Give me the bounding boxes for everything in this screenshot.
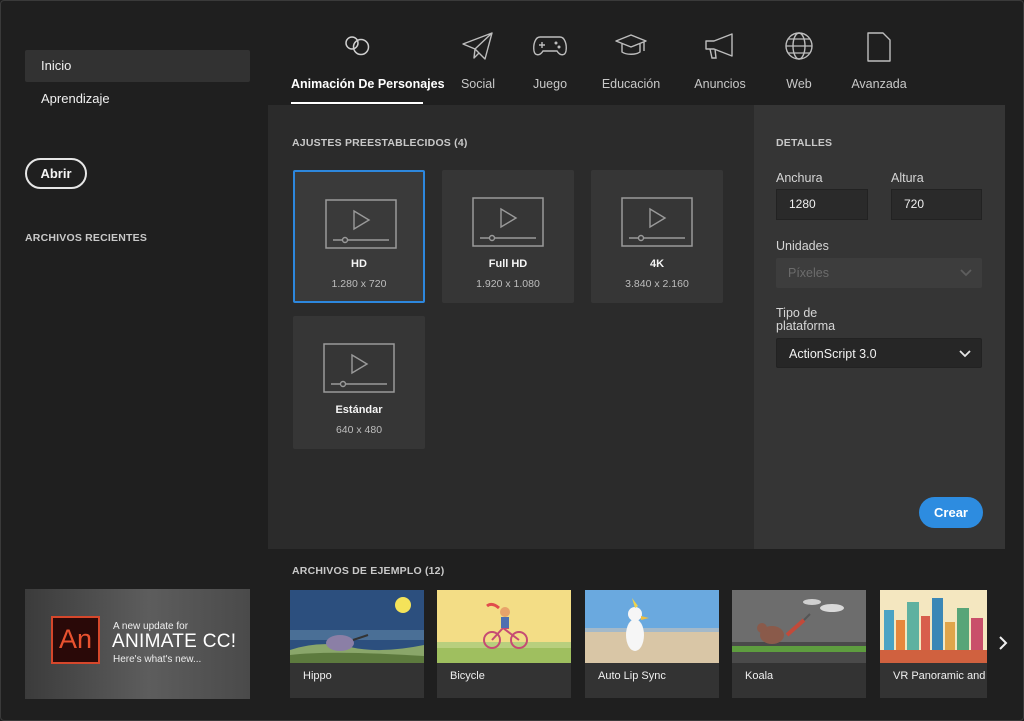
- preset-standard[interactable]: Estándar 640 x 480: [293, 316, 425, 449]
- width-label: Anchura: [776, 171, 823, 185]
- video-screen-icon: [621, 197, 693, 247]
- video-screen-icon: [325, 199, 397, 249]
- preset-size: 1.920 x 1.080: [476, 278, 540, 290]
- character-animation-icon: [340, 31, 374, 64]
- preset-size: 1.280 x 720: [331, 278, 387, 290]
- tab-label: Avanzada: [851, 77, 907, 91]
- preset-name: Full HD: [488, 258, 528, 270]
- update-banner[interactable]: An A new update for ANIMATE CC! Here's w…: [25, 589, 250, 699]
- platform-select[interactable]: ActionScript 3.0: [776, 338, 982, 368]
- bicycle-thumbnail: [437, 590, 571, 663]
- video-screen-icon: [472, 197, 544, 247]
- chevron-right-icon[interactable]: [997, 635, 1009, 651]
- sample-name: VR Panoramic and 360: [893, 670, 987, 682]
- tab-ads[interactable]: Anuncios: [689, 25, 751, 105]
- width-field[interactable]: 1280: [776, 189, 868, 220]
- platform-type-label: Tipo de plataforma: [776, 307, 835, 333]
- globe-icon: [783, 31, 815, 66]
- tab-label: Social: [460, 77, 496, 91]
- tab-label: Educación: [601, 77, 661, 91]
- tab-label: Web: [786, 77, 812, 91]
- samples-heading: ARCHIVOS DE EJEMPLO (12): [292, 565, 445, 577]
- preset-size: 640 x 480: [335, 424, 383, 436]
- tab-advanced[interactable]: Avanzada: [847, 25, 911, 105]
- banner-line2: ANIMATE CC!: [112, 631, 237, 652]
- vr-panoramic-thumbnail: [880, 590, 987, 663]
- details-heading: DETALLES: [776, 137, 833, 149]
- gamepad-icon: [532, 31, 568, 64]
- hippo-thumbnail: [290, 590, 424, 663]
- start-screen: Inicio Aprendizaje Abrir ARCHIVOS RECIEN…: [0, 0, 1024, 721]
- koala-thumbnail: [732, 590, 866, 663]
- banner-line3: Here's what's new...: [113, 654, 202, 665]
- graduation-cap-icon: [614, 31, 648, 66]
- active-tab-underline: [291, 102, 423, 104]
- create-button[interactable]: Crear: [919, 497, 983, 528]
- preset-4k[interactable]: 4K 3.840 x 2.160: [591, 170, 723, 303]
- video-screen-icon: [323, 343, 395, 393]
- units-label: Unidades: [776, 239, 829, 253]
- sample-name: Hippo: [303, 670, 332, 682]
- open-button[interactable]: Abrir: [25, 158, 87, 189]
- preset-name: 4K: [649, 258, 665, 270]
- preset-name: HD: [351, 258, 367, 270]
- preset-hd[interactable]: HD 1.280 x 720: [293, 170, 425, 303]
- animate-logo: An: [51, 616, 100, 664]
- paper-plane-icon: [461, 31, 495, 66]
- megaphone-icon: [702, 31, 738, 66]
- sample-vr-panoramic[interactable]: VR Panoramic and 360: [880, 590, 987, 698]
- sample-auto-lip-sync[interactable]: Auto Lip Sync: [585, 590, 719, 698]
- chevron-down-icon: [960, 269, 972, 277]
- sample-bicycle[interactable]: Bicycle: [437, 590, 571, 698]
- tab-web[interactable]: Web: [773, 25, 825, 105]
- auto-lip-sync-thumbnail: [585, 590, 719, 663]
- tab-game[interactable]: Juego: [519, 25, 581, 105]
- sample-name: Koala: [745, 670, 774, 682]
- tab-education[interactable]: Educación: [599, 25, 663, 105]
- tab-label: Anuncios: [694, 77, 746, 91]
- preset-size: 3.840 x 2.160: [625, 278, 689, 290]
- chevron-down-icon: [959, 350, 971, 358]
- tab-label: Animación De Personajes: [291, 77, 445, 91]
- sidebar-item-aprendizaje[interactable]: Aprendizaje: [25, 83, 250, 115]
- units-value: Píxeles: [788, 266, 829, 280]
- document-icon: [865, 31, 893, 68]
- presets-heading: AJUSTES PREESTABLECIDOS (4): [292, 137, 468, 149]
- recent-files-heading: ARCHIVOS RECIENTES: [25, 232, 148, 244]
- preset-full-hd[interactable]: Full HD 1.920 x 1.080: [442, 170, 574, 303]
- platform-value: ActionScript 3.0: [789, 347, 877, 361]
- height-field[interactable]: 720: [891, 189, 982, 220]
- units-select: Píxeles: [776, 258, 982, 288]
- tab-social[interactable]: Social: [447, 25, 509, 105]
- sample-name: Bicycle: [450, 670, 485, 682]
- platform-label-line2: plataforma: [776, 319, 836, 333]
- sample-koala[interactable]: Koala: [732, 590, 866, 698]
- tab-label: Juego: [532, 77, 568, 91]
- sample-name: Auto Lip Sync: [598, 670, 666, 682]
- sample-hippo[interactable]: Hippo: [290, 590, 424, 698]
- sidebar-item-inicio[interactable]: Inicio: [25, 50, 250, 82]
- height-label: Altura: [891, 171, 924, 185]
- preset-name: Estándar: [335, 404, 383, 416]
- tab-character-animation[interactable]: Animación De Personajes: [291, 25, 445, 105]
